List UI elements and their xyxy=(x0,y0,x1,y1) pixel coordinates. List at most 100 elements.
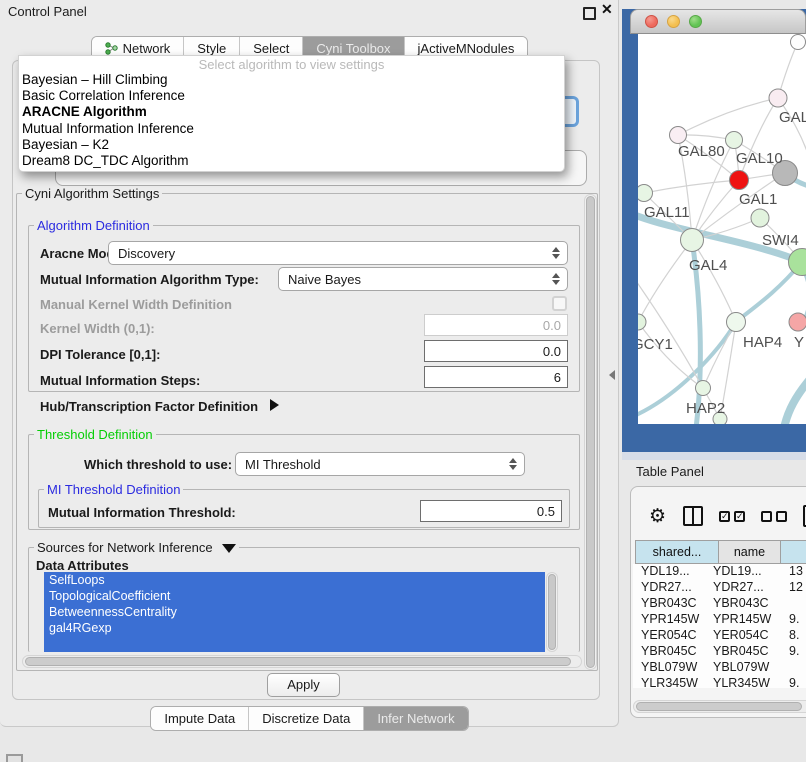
focused-combo-fragment xyxy=(565,96,579,127)
tab-discretize-data[interactable]: Discretize Data xyxy=(248,707,363,730)
node-label: Y xyxy=(794,334,804,351)
threshold-definition-title: Threshold Definition xyxy=(34,427,156,442)
data-attributes-list[interactable]: SelfLoopsTopologicalCoefficientBetweenne… xyxy=(44,572,545,652)
node-label: SWI4 xyxy=(762,232,799,249)
algorithm-option[interactable]: Dream8 DC_TDC Algorithm xyxy=(19,153,564,169)
network-node[interactable] xyxy=(751,209,769,227)
table-cell: YDL19... xyxy=(641,564,690,578)
tab-label: Style xyxy=(197,41,226,56)
algorithm-options: Bayesian – Hill ClimbingBasic Correlatio… xyxy=(19,72,564,169)
close-window-icon[interactable] xyxy=(645,15,658,28)
table-cell: YBR045C xyxy=(641,644,697,658)
tab-infer-network[interactable]: Infer Network xyxy=(363,707,467,730)
node-label: GAL10 xyxy=(736,150,783,167)
algorithm-option[interactable]: Bayesian – K2 xyxy=(19,137,564,153)
control-panel-titlebar[interactable]: Control Panel ✕ xyxy=(0,0,619,24)
attributes-list-scrollbar[interactable] xyxy=(546,572,558,652)
table-cell: YDL19... xyxy=(713,564,762,578)
column-header-shared[interactable]: shared... xyxy=(635,540,719,564)
tab-label: Impute Data xyxy=(164,711,235,726)
settings-horizontal-scrollbar[interactable] xyxy=(22,655,582,668)
split-pane-collapse-arrow[interactable] xyxy=(609,370,615,380)
network-node[interactable] xyxy=(696,381,711,396)
network-node[interactable] xyxy=(638,185,653,202)
table-cell: YBR043C xyxy=(641,596,697,610)
mi-type-value: Naive Bayes xyxy=(288,272,361,287)
split-columns-icon[interactable] xyxy=(683,506,703,526)
minimize-window-icon[interactable] xyxy=(667,15,680,28)
table-toolbar: ⚙ ✓✓ xyxy=(631,499,806,533)
network-node[interactable] xyxy=(727,313,746,332)
hub-expander-label: Hub/Transcription Factor Definition xyxy=(40,399,258,414)
which-threshold-label: Which threshold to use: xyxy=(84,457,232,472)
select-all-icon[interactable]: ✓✓ xyxy=(719,511,745,522)
table-cell: YER054C xyxy=(641,628,697,642)
apply-button[interactable]: Apply xyxy=(267,673,340,697)
table-cell: YER054C xyxy=(713,628,769,642)
table-row[interactable]: YER054C YER054C 8. xyxy=(633,628,806,644)
mi-steps-field[interactable]: 6 xyxy=(424,366,568,388)
hub-expander[interactable]: Hub/Transcription Factor Definition xyxy=(40,399,279,414)
data-attribute-item[interactable]: gal4RGexp xyxy=(44,620,545,636)
algorithm-option[interactable]: Mutual Information Inference xyxy=(19,121,564,137)
table-row[interactable]: YBR043CYBR043C xyxy=(633,596,806,612)
network-window-titlebar[interactable] xyxy=(630,9,806,34)
which-threshold-select[interactable]: MI Threshold xyxy=(235,452,525,476)
network-node[interactable] xyxy=(730,171,749,190)
network-node[interactable] xyxy=(670,127,687,144)
which-threshold-value: MI Threshold xyxy=(245,457,321,472)
gear-icon[interactable]: ⚙ xyxy=(649,505,666,527)
manual-kernel-checkbox[interactable] xyxy=(552,296,567,311)
node-label: GAL1 xyxy=(739,191,777,208)
column-header-name[interactable]: name xyxy=(718,540,781,564)
node-label: HAP2 xyxy=(686,400,725,417)
table-cell: YLR345W xyxy=(713,676,770,688)
network-node[interactable] xyxy=(789,313,806,331)
settings-vertical-scrollbar[interactable] xyxy=(584,194,597,670)
mi-algorithm-type-select[interactable]: Naive Bayes xyxy=(278,267,568,291)
aracne-mode-select[interactable]: Discovery xyxy=(108,241,568,265)
dpi-tolerance-field[interactable]: 0.0 xyxy=(424,340,568,362)
node-label: GAL7 xyxy=(779,109,806,126)
mi-steps-label: Mutual Information Steps: xyxy=(40,373,200,388)
network-node[interactable] xyxy=(681,229,704,252)
table-row[interactable]: YDL19...YDL19...13 xyxy=(633,564,806,580)
table-row[interactable]: YDR27...YDR27...12 xyxy=(633,580,806,596)
table-cell: 8. xyxy=(789,628,799,642)
table-row[interactable]: YBR045CYBR045C9. xyxy=(633,644,806,660)
algorithm-option[interactable]: ARACNE Algorithm xyxy=(19,104,564,120)
zoom-window-icon[interactable] xyxy=(689,15,702,28)
float-window-icon[interactable] xyxy=(583,7,596,20)
network-node[interactable] xyxy=(638,314,646,330)
sources-title[interactable]: Sources for Network Inference xyxy=(34,540,239,555)
network-node[interactable] xyxy=(791,35,806,50)
tab-impute-data[interactable]: Impute Data xyxy=(151,707,248,730)
tab-label: Infer Network xyxy=(377,711,454,726)
algorithm-option[interactable]: Basic Correlation Inference xyxy=(19,88,564,104)
mi-threshold-field[interactable]: 0.5 xyxy=(420,500,562,522)
network-graph[interactable]: GAL7GAL80GAL10GAL1GAL11SWI4GAL4GCY1HAP4Y… xyxy=(638,34,806,424)
tab-label: Cyni Toolbox xyxy=(316,41,390,56)
table-horizontal-scrollbar[interactable] xyxy=(633,700,806,713)
table-row[interactable]: YLR345WYLR345W9. xyxy=(633,676,806,688)
table-cell: 9. xyxy=(789,612,799,626)
column-header-partial[interactable] xyxy=(780,540,806,564)
data-attribute-item[interactable]: SelfLoops xyxy=(44,572,545,588)
mi-type-label: Mutual Information Algorithm Type: xyxy=(40,272,259,287)
kernel-width-field[interactable]: 0.0 xyxy=(424,314,568,336)
algorithm-option[interactable]: Bayesian – Hill Climbing xyxy=(19,72,564,88)
network-node[interactable] xyxy=(726,132,743,149)
close-panel-icon[interactable]: ✕ xyxy=(601,1,613,18)
table-panel: ⚙ ✓✓ shared... name YDL19...YDL19...13YD… xyxy=(630,486,806,718)
data-attribute-item[interactable]: TopologicalCoefficient xyxy=(44,588,545,604)
deselect-all-icon[interactable] xyxy=(761,511,787,522)
node-label: GAL11 xyxy=(644,204,690,221)
tab-label: Select xyxy=(253,41,289,56)
table-row[interactable]: YPR145WYPR145W9. xyxy=(633,612,806,628)
network-node[interactable] xyxy=(769,89,787,107)
network-canvas[interactable]: GAL7GAL80GAL10GAL1GAL11SWI4GAL4GCY1HAP4Y… xyxy=(638,34,806,424)
tab-label: Network xyxy=(123,41,171,56)
table-row[interactable]: YBL079WYBL079W xyxy=(633,660,806,676)
minimized-panel-icon[interactable] xyxy=(6,754,23,762)
data-attribute-item[interactable]: BetweennessCentrality xyxy=(44,604,545,620)
